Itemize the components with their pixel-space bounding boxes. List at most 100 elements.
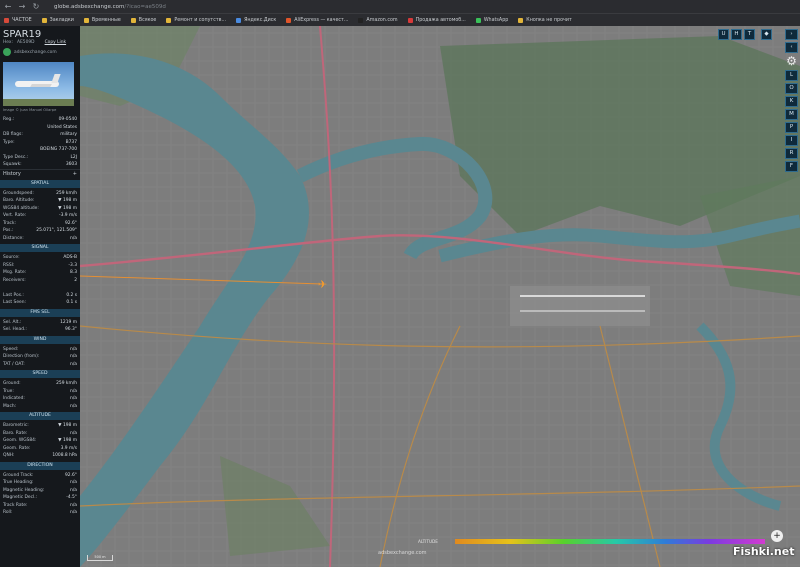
photo-wing: [30, 84, 52, 87]
bookmark-item[interactable]: Яндекс.Диск: [236, 17, 277, 23]
map-view[interactable]: [80, 26, 800, 567]
history-row[interactable]: History +: [0, 168, 80, 178]
copy-link-button[interactable]: Copy Link: [45, 40, 67, 45]
reload-icon[interactable]: ↻: [32, 2, 40, 11]
bookmark-item[interactable]: Закладки: [41, 17, 74, 23]
row-value: n/a: [70, 430, 77, 436]
bookmark-label: Яндекс.Диск: [244, 17, 277, 23]
detail-row: Type: B737: [0, 139, 80, 147]
bookmark-item[interactable]: WhatsApp: [475, 17, 508, 23]
layers-icon[interactable]: ◆: [761, 29, 772, 40]
bookmark-item[interactable]: Всякое: [130, 17, 156, 23]
section-header[interactable]: SIGNAL: [0, 244, 80, 252]
map-toggle-button[interactable]: T: [744, 29, 755, 40]
airport-area: [510, 286, 650, 326]
bookmark-item[interactable]: ЧАСТОЕ: [4, 17, 32, 23]
section-header[interactable]: SPEED: [0, 370, 80, 378]
collapse-right-icon[interactable]: ›: [785, 29, 798, 40]
row-key: Last Seen:: [3, 300, 26, 305]
row-value: 259 km/h: [56, 190, 77, 196]
section-row: Pos.: 25.071°, 121.509°: [0, 227, 80, 235]
detail-value: L2J: [70, 154, 77, 160]
bookmark-item[interactable]: Продажа автомоб...: [407, 17, 466, 23]
bookmark-item[interactable]: Кнопка не прочит: [518, 17, 572, 23]
bookmark-icon: [286, 17, 292, 23]
section-row: Indicated: n/a: [0, 395, 80, 403]
url-field[interactable]: globe.adsbexchange.com/?icao=ae509d: [54, 4, 166, 10]
side-buttons-list: LOKMPIRF: [785, 70, 798, 172]
exchange-link[interactable]: adsbexchange.com: [14, 50, 57, 55]
row-value: 96.3°: [65, 327, 77, 332]
detail-value: BOEING 737-700: [40, 147, 77, 152]
row-key: Roll:: [3, 510, 13, 515]
row-key: Mach:: [3, 403, 17, 409]
altitude-color-bar: [455, 539, 765, 544]
section-row: Magnetic Heading: n/a: [0, 487, 80, 495]
row-value: -4.5°: [66, 495, 77, 500]
row-value: n/a: [70, 346, 77, 352]
zoom-in-button[interactable]: +: [771, 530, 783, 542]
row-value: ▼ 198 m: [58, 438, 77, 443]
map-option-button[interactable]: O: [785, 83, 798, 94]
section-row: Geom. Rate: 3.9 m/s: [0, 445, 80, 453]
map-option-button[interactable]: M: [785, 109, 798, 120]
history-expand-icon[interactable]: +: [73, 170, 77, 178]
row-key: Ground:: [3, 381, 21, 386]
map-option-button[interactable]: K: [785, 96, 798, 107]
map-option-button[interactable]: I: [785, 135, 798, 146]
map-toggle-button[interactable]: U: [718, 29, 729, 40]
bookmark-item[interactable]: Ремонт и сопутств...: [166, 17, 226, 23]
section-header[interactable]: FMS SEL: [0, 308, 80, 317]
map-option-button[interactable]: F: [785, 161, 798, 172]
row-value: n/a: [70, 403, 77, 409]
bookmark-label: Кнопка не прочит: [526, 17, 572, 23]
map-toggle-button[interactable]: H: [731, 29, 742, 40]
photo-ground: [3, 99, 74, 106]
row-value: ▼ 198 m: [58, 423, 77, 428]
row-key: Indicated:: [3, 396, 25, 401]
section-header[interactable]: SPATIAL: [0, 179, 80, 188]
bookmark-icon: [130, 17, 136, 23]
bookmark-icon: [236, 17, 242, 23]
map-option-button[interactable]: R: [785, 148, 798, 159]
bookmark-item[interactable]: Amazon.com: [358, 17, 398, 23]
section-row: Ground: 259 km/h: [0, 380, 80, 388]
aircraft-photo[interactable]: [3, 62, 74, 106]
section-row: Baro. Altitude: ▼ 198 m: [0, 197, 80, 205]
bookmark-icon: [41, 17, 47, 23]
bookmark-item[interactable]: Временные: [83, 17, 121, 23]
section-header[interactable]: DIRECTION: [0, 461, 80, 470]
map-option-button[interactable]: P: [785, 122, 798, 133]
bookmark-label: Amazon.com: [366, 17, 398, 23]
row-key: WGS84 altitude:: [3, 205, 39, 211]
row-key: Direction (from):: [3, 354, 40, 359]
bookmark-item[interactable]: AliExpress — качест...: [286, 17, 348, 23]
map-option-button[interactable]: L: [785, 70, 798, 81]
exchange-row[interactable]: adsbexchange.com: [0, 45, 80, 56]
row-value: n/a: [70, 235, 77, 241]
row-value: 92.6°: [65, 220, 77, 226]
back-icon[interactable]: ←: [4, 2, 12, 11]
section-row: Speed: n/a: [0, 346, 80, 354]
row-value: 259 km/h: [56, 381, 77, 386]
section-row: Barometric: ▼ 198 m: [0, 422, 80, 430]
collapse-left-icon[interactable]: ‹: [785, 42, 798, 53]
section-row: Distance: n/a: [0, 235, 80, 243]
section-row: Groundspeed: 259 km/h: [0, 190, 80, 198]
row-value: ▼ 198 m: [58, 198, 77, 203]
section-row: True: n/a: [0, 388, 80, 396]
row-value: n/a: [70, 510, 77, 515]
settings-gear-icon[interactable]: ⚙: [785, 55, 798, 68]
detail-value: B737: [65, 139, 77, 145]
aircraft-marker-icon[interactable]: ✈: [318, 278, 327, 291]
forward-icon[interactable]: →: [18, 2, 26, 11]
bookmark-icon: [4, 17, 9, 23]
section-header[interactable]: ALTITUDE: [0, 412, 80, 420]
attribution-label: ALTITUDE: [418, 539, 438, 544]
photo-tail: [51, 74, 61, 83]
row-key: Distance:: [3, 235, 24, 241]
exchange-icon: [3, 48, 11, 56]
detail-value: military: [60, 132, 77, 137]
section-header[interactable]: WIND: [0, 335, 80, 344]
row-value: n/a: [70, 388, 77, 394]
